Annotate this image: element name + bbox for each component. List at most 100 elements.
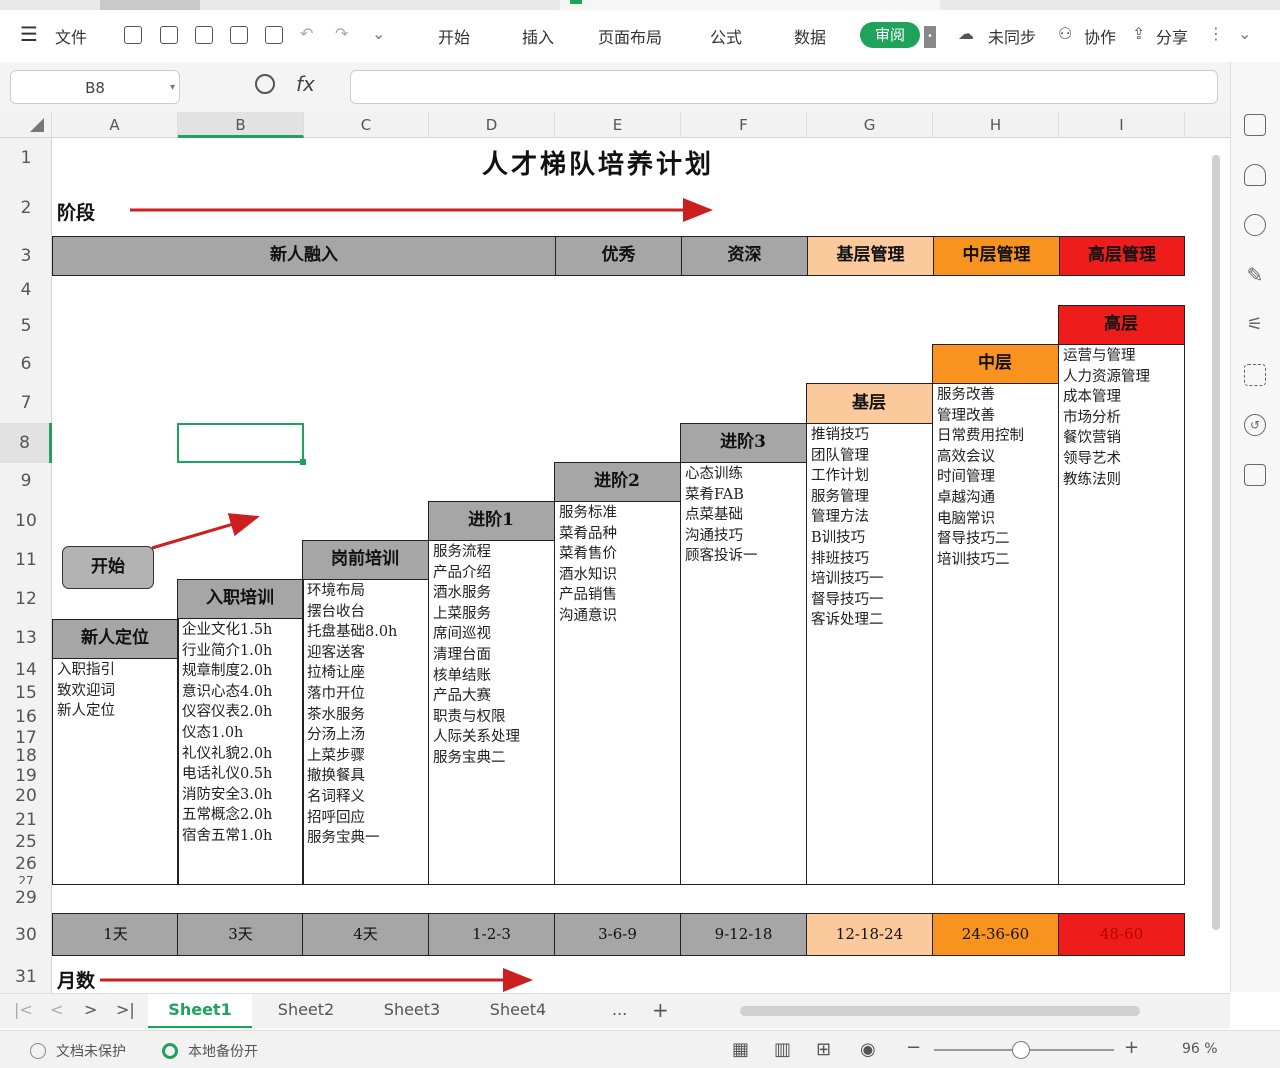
- row-header[interactable]: 19: [0, 766, 52, 786]
- image-icon[interactable]: [1244, 464, 1266, 486]
- name-box[interactable]: B8 ▾: [10, 70, 180, 104]
- row-header[interactable]: 9: [0, 471, 52, 491]
- page-layout-view-icon[interactable]: ▥: [774, 1039, 791, 1060]
- zoom-search-icon[interactable]: [255, 74, 275, 94]
- file-menu[interactable]: 文件: [55, 24, 87, 48]
- column-header-h[interactable]: H: [933, 112, 1059, 138]
- normal-view-icon[interactable]: ▦: [732, 1039, 749, 1060]
- column-header-g[interactable]: G: [807, 112, 933, 138]
- menu-review[interactable]: 审阅: [860, 22, 920, 48]
- fill-handle[interactable]: [300, 459, 306, 465]
- column-header-f[interactable]: F: [681, 112, 807, 138]
- row-header[interactable]: 20: [0, 786, 52, 806]
- column-header-c[interactable]: C: [304, 112, 429, 138]
- more-dropdown-icon[interactable]: ⌄: [372, 24, 385, 43]
- eye-care-icon[interactable]: ◉: [860, 1039, 876, 1060]
- row-header[interactable]: 27: [0, 874, 52, 884]
- tab-sheet2[interactable]: Sheet2: [254, 994, 358, 1028]
- row-header[interactable]: 6: [0, 354, 52, 374]
- history-icon[interactable]: ↺: [1244, 414, 1266, 436]
- column-header-a[interactable]: A: [52, 112, 178, 138]
- more-icon[interactable]: •: [924, 26, 936, 48]
- menu-icon[interactable]: ☰: [20, 22, 38, 46]
- filter-icon[interactable]: ⚟: [1244, 314, 1266, 336]
- tab-sheet1[interactable]: Sheet1: [148, 994, 252, 1028]
- protect-status[interactable]: 文档未保护: [56, 1041, 126, 1061]
- undo-icon[interactable]: ↶: [300, 24, 313, 43]
- pdf-icon[interactable]: [195, 26, 213, 44]
- row-header[interactable]: 30: [0, 925, 52, 945]
- menu-data[interactable]: 数据: [794, 24, 826, 48]
- row-header[interactable]: 17: [0, 728, 52, 748]
- row-header[interactable]: 11: [0, 550, 52, 570]
- page-break-view-icon[interactable]: ⊞: [816, 1039, 831, 1060]
- crop-icon[interactable]: [1244, 364, 1266, 386]
- horizontal-scroll-thumb[interactable]: [740, 1006, 1140, 1016]
- row-header[interactable]: 4: [0, 280, 52, 300]
- row-header[interactable]: 7: [0, 393, 52, 413]
- tab-sheet3[interactable]: Sheet3: [360, 994, 464, 1028]
- row-header[interactable]: 3: [0, 246, 52, 266]
- menu-page-layout[interactable]: 页面布局: [598, 24, 662, 48]
- backup-status[interactable]: 本地备份开: [188, 1041, 258, 1061]
- row-header[interactable]: 5: [0, 316, 52, 336]
- row-header[interactable]: 15: [0, 683, 52, 703]
- vertical-scroll-thumb[interactable]: [1212, 155, 1220, 930]
- column-header-e[interactable]: E: [555, 112, 681, 138]
- redo-icon[interactable]: ↷: [335, 24, 348, 43]
- zoom-slider-thumb[interactable]: [1012, 1041, 1030, 1059]
- row-header[interactable]: 26: [0, 854, 52, 874]
- save-icon[interactable]: [160, 26, 178, 44]
- zoom-level[interactable]: 96 %: [1182, 1041, 1218, 1057]
- selected-cell[interactable]: [177, 423, 306, 465]
- prev-sheet-icon[interactable]: <: [50, 1000, 63, 1019]
- sync-status[interactable]: 未同步: [988, 24, 1036, 48]
- row-header[interactable]: 12: [0, 589, 52, 609]
- row-header[interactable]: 29: [0, 888, 52, 908]
- row-header[interactable]: 16: [0, 707, 52, 727]
- collab-button[interactable]: 协作: [1084, 24, 1116, 48]
- menu-insert[interactable]: 插入: [522, 24, 554, 48]
- more-options-icon[interactable]: ⋮: [1208, 24, 1224, 43]
- row-header[interactable]: 14: [0, 660, 52, 680]
- add-sheet-button[interactable]: +: [652, 998, 669, 1022]
- more-sheets-button[interactable]: ...: [612, 1000, 627, 1019]
- pen-icon[interactable]: ✎: [1244, 264, 1266, 286]
- first-sheet-icon[interactable]: |<: [14, 1000, 33, 1019]
- sheet-grid[interactable]: 人才梯队培养计划 阶段 新人融入 优秀 资深 基层管理 中层管理 高层管理 开始…: [52, 138, 1220, 993]
- window-tab-active[interactable]: [560, 0, 940, 10]
- menu-home[interactable]: 开始: [438, 24, 470, 48]
- row-header[interactable]: 10: [0, 511, 52, 531]
- print-icon[interactable]: [230, 26, 248, 44]
- menu-formula[interactable]: 公式: [710, 24, 742, 48]
- row-header[interactable]: 25: [0, 832, 52, 852]
- zoom-in-button[interactable]: +: [1124, 1037, 1139, 1058]
- column-header-i[interactable]: I: [1059, 112, 1185, 138]
- column-header-d[interactable]: D: [429, 112, 555, 138]
- print-preview-icon[interactable]: [265, 26, 283, 44]
- select-icon[interactable]: [1244, 114, 1266, 136]
- row-header[interactable]: 13: [0, 628, 52, 648]
- tab-sheet4[interactable]: Sheet4: [466, 994, 570, 1028]
- select-all-corner[interactable]: [0, 112, 52, 138]
- zoom-out-button[interactable]: −: [906, 1037, 921, 1058]
- row-header[interactable]: 1: [0, 148, 52, 168]
- formula-input[interactable]: [350, 70, 1218, 104]
- row-header-selected[interactable]: 8: [0, 423, 52, 463]
- open-icon[interactable]: [124, 26, 142, 44]
- share-button[interactable]: 分享: [1156, 24, 1188, 48]
- vertical-scrollbar[interactable]: [1210, 140, 1222, 990]
- properties-icon[interactable]: [1244, 214, 1266, 236]
- last-sheet-icon[interactable]: >|: [116, 1000, 135, 1019]
- row-header[interactable]: 2: [0, 198, 52, 218]
- row-header[interactable]: 21: [0, 810, 52, 830]
- fx-icon[interactable]: fx: [296, 72, 315, 96]
- row-header[interactable]: 31: [0, 967, 52, 987]
- row-header[interactable]: 18: [0, 746, 52, 766]
- window-tab[interactable]: [100, 0, 200, 10]
- column-header-b[interactable]: B: [178, 112, 304, 138]
- format-icon[interactable]: [1244, 164, 1266, 186]
- name-box-dropdown-icon[interactable]: ▾: [170, 71, 175, 105]
- collapse-ribbon-icon[interactable]: ⌄: [1238, 24, 1251, 43]
- next-sheet-icon[interactable]: >: [84, 1000, 97, 1019]
